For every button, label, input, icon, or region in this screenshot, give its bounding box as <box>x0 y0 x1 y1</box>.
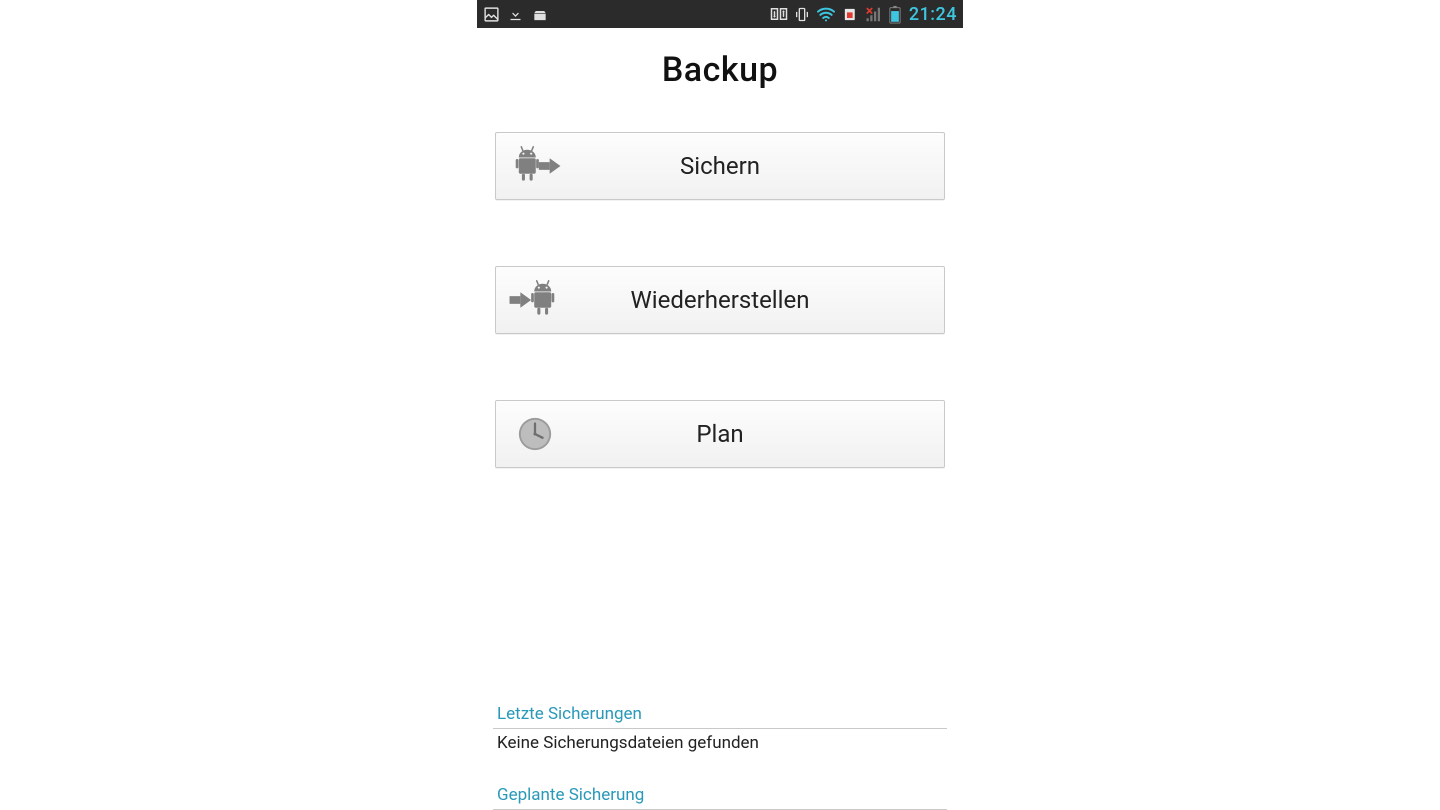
status-clock: 21:24 <box>907 4 957 25</box>
sim-card-icon <box>842 4 859 24</box>
page-title: Backup <box>493 50 947 90</box>
no-signal-icon <box>865 4 883 24</box>
vibrate-icon <box>794 4 810 24</box>
status-right-icons: 21:24 <box>770 4 957 25</box>
status-left-icons <box>483 4 549 24</box>
last-backups-header: Letzte Sicherungen <box>493 704 947 729</box>
restore-button[interactable]: Wiederherstellen <box>495 266 945 334</box>
scheduled-backup-header: Geplante Sicherung <box>493 785 947 810</box>
phone-screen: 21:24 Backup <box>477 0 963 810</box>
stage: 21:24 Backup <box>0 0 1440 810</box>
backup-button-label: Sichern <box>496 152 944 180</box>
wifi-icon <box>816 4 836 24</box>
download-icon <box>508 4 523 24</box>
restore-button-label: Wiederherstellen <box>496 286 944 314</box>
battery-icon <box>889 4 901 24</box>
backup-button[interactable]: Sichern <box>495 132 945 200</box>
gallery-icon <box>483 4 500 24</box>
plan-button-label: Plan <box>496 420 944 448</box>
screen-content: Backup <box>477 28 963 810</box>
plan-button[interactable]: Plan <box>495 400 945 468</box>
play-store-icon <box>531 4 549 24</box>
last-backups-body: Keine Sicherungsdateien gefunden <box>493 729 947 763</box>
spacer <box>493 468 947 682</box>
status-bar: 21:24 <box>477 0 963 28</box>
sync-icon <box>770 4 788 24</box>
